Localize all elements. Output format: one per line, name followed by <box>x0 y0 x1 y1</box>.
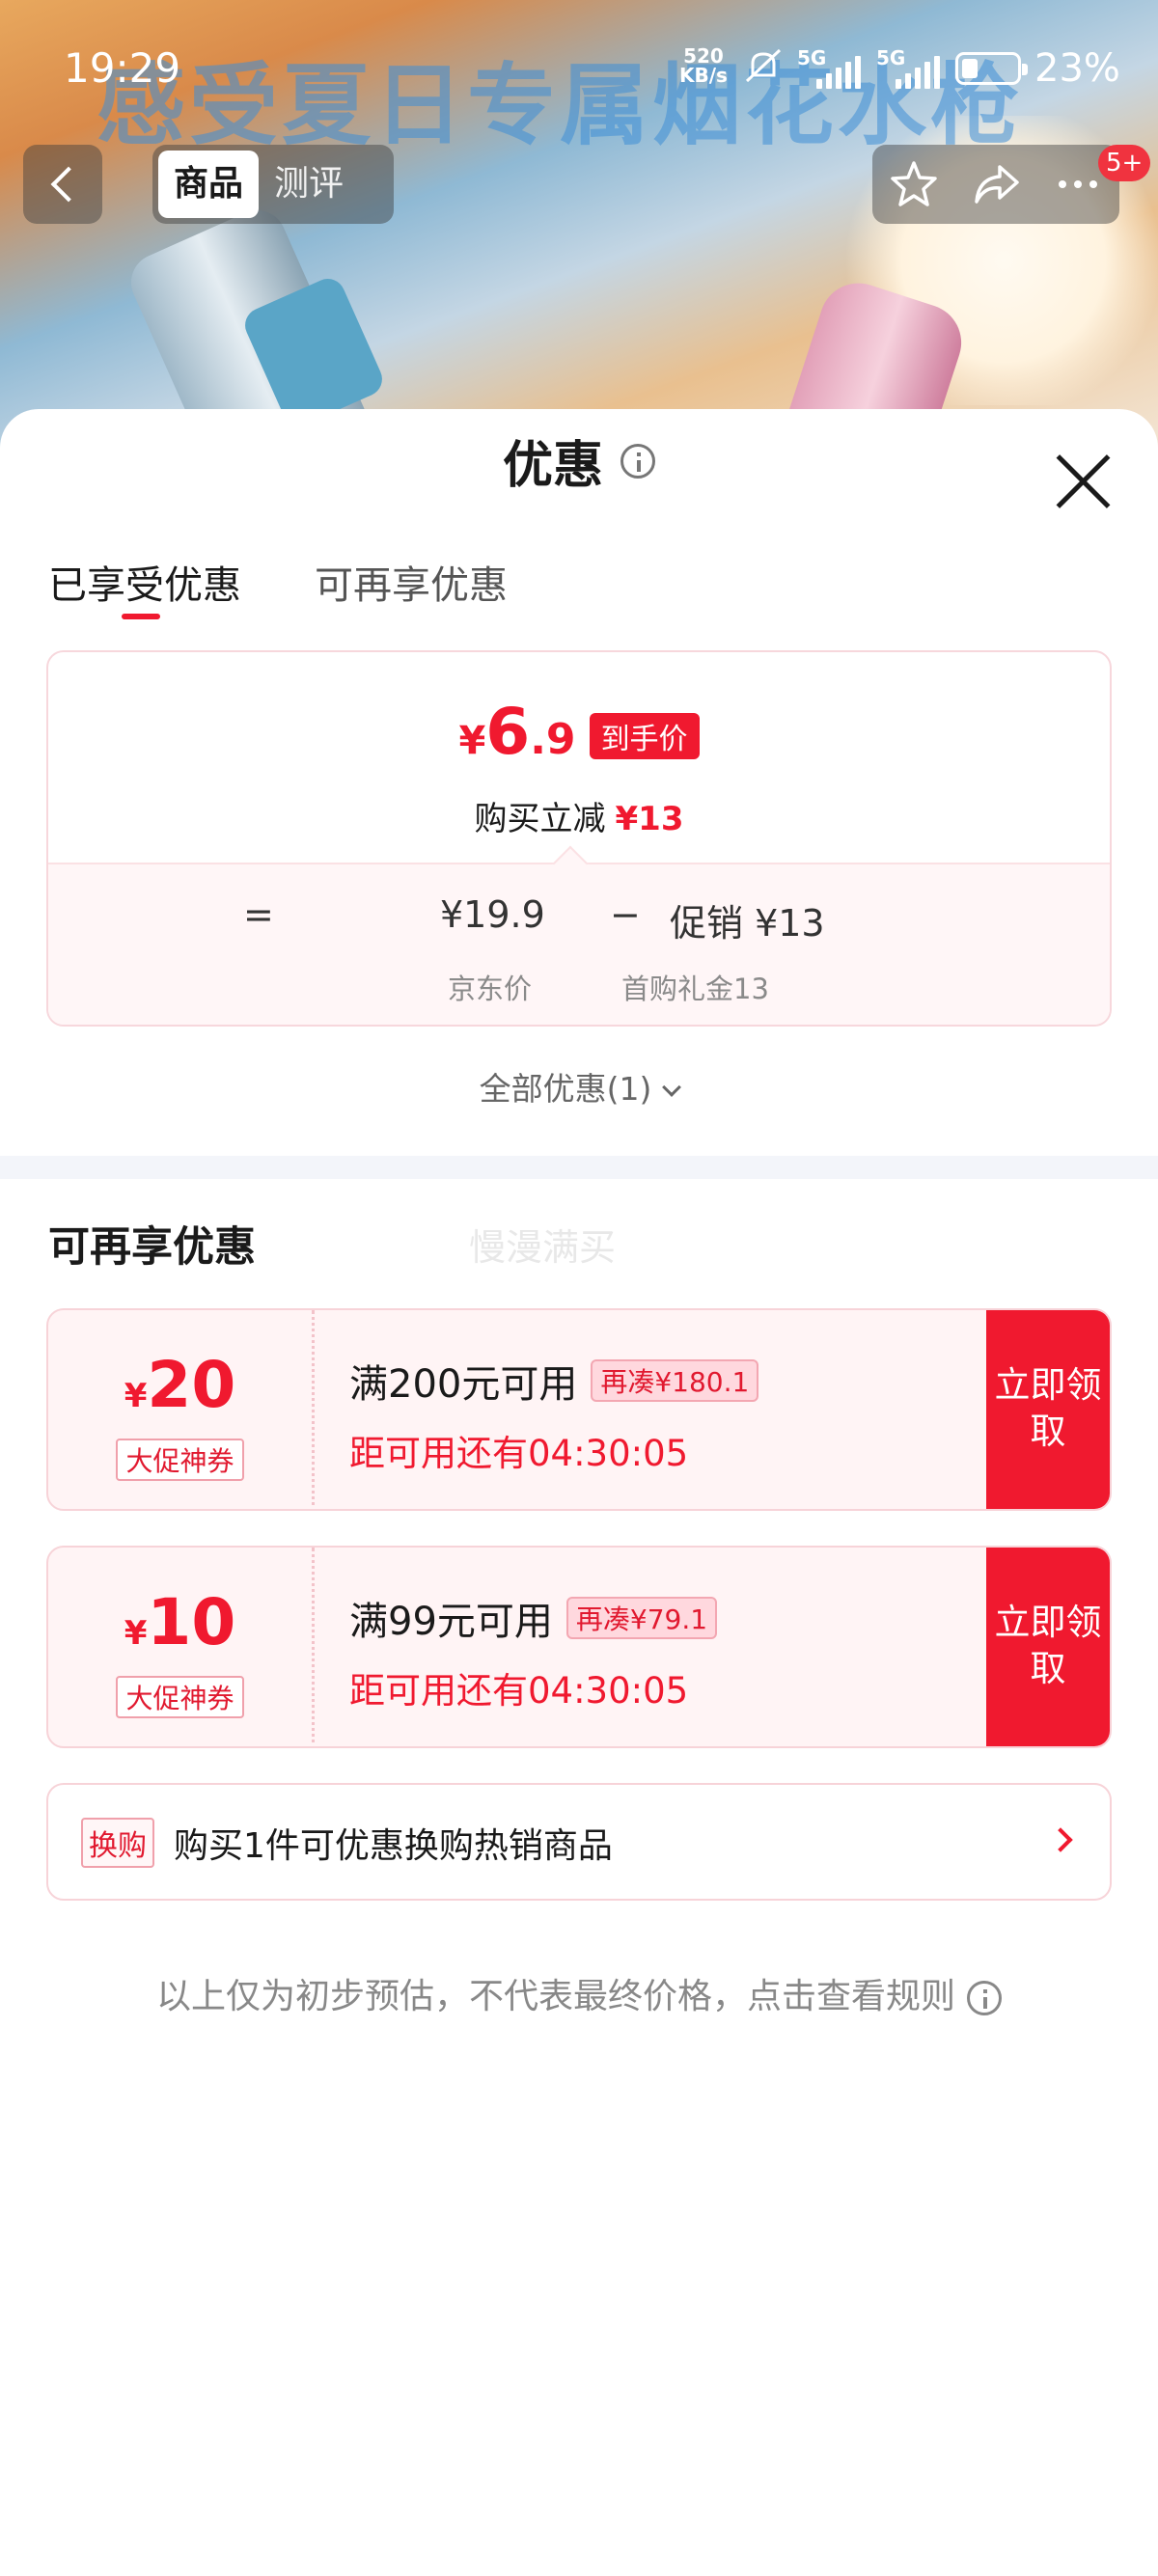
reduction-value: ¥13 <box>615 800 684 838</box>
enjoyed-discount-card: ¥6.9 到手价 购买立减 ¥13 = ¥19.9 − 促销 ¥13 京东价 首购… <box>46 650 1112 1027</box>
tab-review[interactable]: 测评 <box>259 151 359 218</box>
coupon-card: ¥10 大促神券 满99元可用 再凑¥79.1 距可用还有04:30:05 立即领… <box>46 1546 1112 1748</box>
coupon-card: ¥20 大促神券 满200元可用 再凑¥180.1 距可用还有04:30:05 立… <box>46 1308 1112 1511</box>
tab-more-discounts[interactable]: 可再享优惠 <box>315 554 508 610</box>
promo-label: 首购礼金13 <box>621 973 769 1005</box>
all-offers-label: 全部优惠(1) <box>479 1070 652 1108</box>
status-bar: 19:29 520 KB/s 5G 5G 23% <box>0 0 1158 135</box>
section-divider <box>0 1156 1158 1179</box>
footer-note-text: 以上仅为初步预估，不代表最终价格，点击查看规则 <box>155 1977 955 2016</box>
swap-tag: 换购 <box>81 1818 154 1868</box>
battery-icon <box>955 52 1028 85</box>
mute-bell-icon <box>745 48 782 83</box>
star-icon[interactable] <box>887 157 941 211</box>
all-offers-toggle[interactable]: 全部优惠(1) <box>0 1063 1158 1110</box>
more-discounts-title: 可再享优惠 <box>48 1223 256 1272</box>
top-actions <box>872 145 1119 224</box>
top-tabs: 商品 测评 <box>152 145 394 224</box>
footer-note[interactable]: 以上仅为初步预估，不代表最终价格，点击查看规则 <box>0 1968 1158 2018</box>
coupon-condition: 满99元可用 <box>349 1600 553 1644</box>
info-icon[interactable] <box>620 443 655 479</box>
instant-reduction: 购买立减 ¥13 <box>48 792 1110 839</box>
more-icon[interactable] <box>1051 157 1105 211</box>
coupon-type: 大促神券 <box>116 1439 244 1481</box>
price-breakdown: = ¥19.9 − 促销 ¥13 京东价 首购礼金13 <box>48 863 1110 1025</box>
network-speed-value: 520 <box>683 44 724 68</box>
swap-offer-row[interactable]: 换购 购买1件可优惠换购热销商品 <box>46 1783 1112 1901</box>
coupon-add-more: 再凑¥79.1 <box>565 1597 718 1639</box>
final-price: ¥6.9 <box>458 695 576 769</box>
coupon-amount: ¥20 <box>124 1348 236 1422</box>
coupon-add-more: 再凑¥180.1 <box>591 1359 759 1402</box>
jd-price-label: 京东价 <box>448 973 533 1005</box>
chevron-down-icon <box>662 1078 682 1097</box>
reduction-label: 购买立减 <box>474 800 606 838</box>
claim-coupon-button[interactable]: 立即领取 <box>986 1310 1110 1509</box>
network-speed: 520 KB/s <box>679 46 728 85</box>
tab-product[interactable]: 商品 <box>158 151 260 218</box>
message-count-badge: 5+ <box>1098 145 1151 181</box>
share-icon[interactable] <box>969 157 1023 211</box>
signal-icon-sim1 <box>816 56 861 89</box>
final-price-tag: 到手价 <box>589 713 700 759</box>
chevron-right-icon <box>1048 1827 1073 1852</box>
coupon-countdown: 距可用还有04:30:05 <box>349 1433 689 1474</box>
promo-amount: 促销 ¥13 <box>670 902 825 945</box>
back-button[interactable] <box>23 145 102 224</box>
info-icon <box>967 1981 1002 2015</box>
signal-icon-sim2 <box>896 56 940 89</box>
coupon-condition: 满200元可用 <box>349 1362 578 1407</box>
status-time: 19:29 <box>64 44 181 92</box>
jd-price: ¥19.9 <box>440 893 545 936</box>
close-icon[interactable] <box>1052 450 1116 513</box>
network-speed-unit: KB/s <box>679 64 728 87</box>
discount-tabs: 已享受优惠 可再享优惠 <box>48 554 508 619</box>
claim-coupon-button[interactable]: 立即领取 <box>986 1548 1110 1746</box>
watermark-text: 慢漫满买 <box>469 1226 617 1269</box>
equals-sign: = <box>243 893 274 936</box>
battery-percent: 23% <box>1034 46 1120 91</box>
coupon-countdown: 距可用还有04:30:05 <box>349 1670 689 1712</box>
sheet-title: 优惠 <box>502 437 603 495</box>
sheet-header: 优惠 <box>0 425 1158 497</box>
swap-text: 购买1件可优惠换购热销商品 <box>174 1826 613 1866</box>
tab-enjoyed-discounts[interactable]: 已享受优惠 <box>48 554 241 619</box>
coupon-amount: ¥10 <box>124 1585 236 1659</box>
coupon-type: 大促神券 <box>116 1676 244 1718</box>
